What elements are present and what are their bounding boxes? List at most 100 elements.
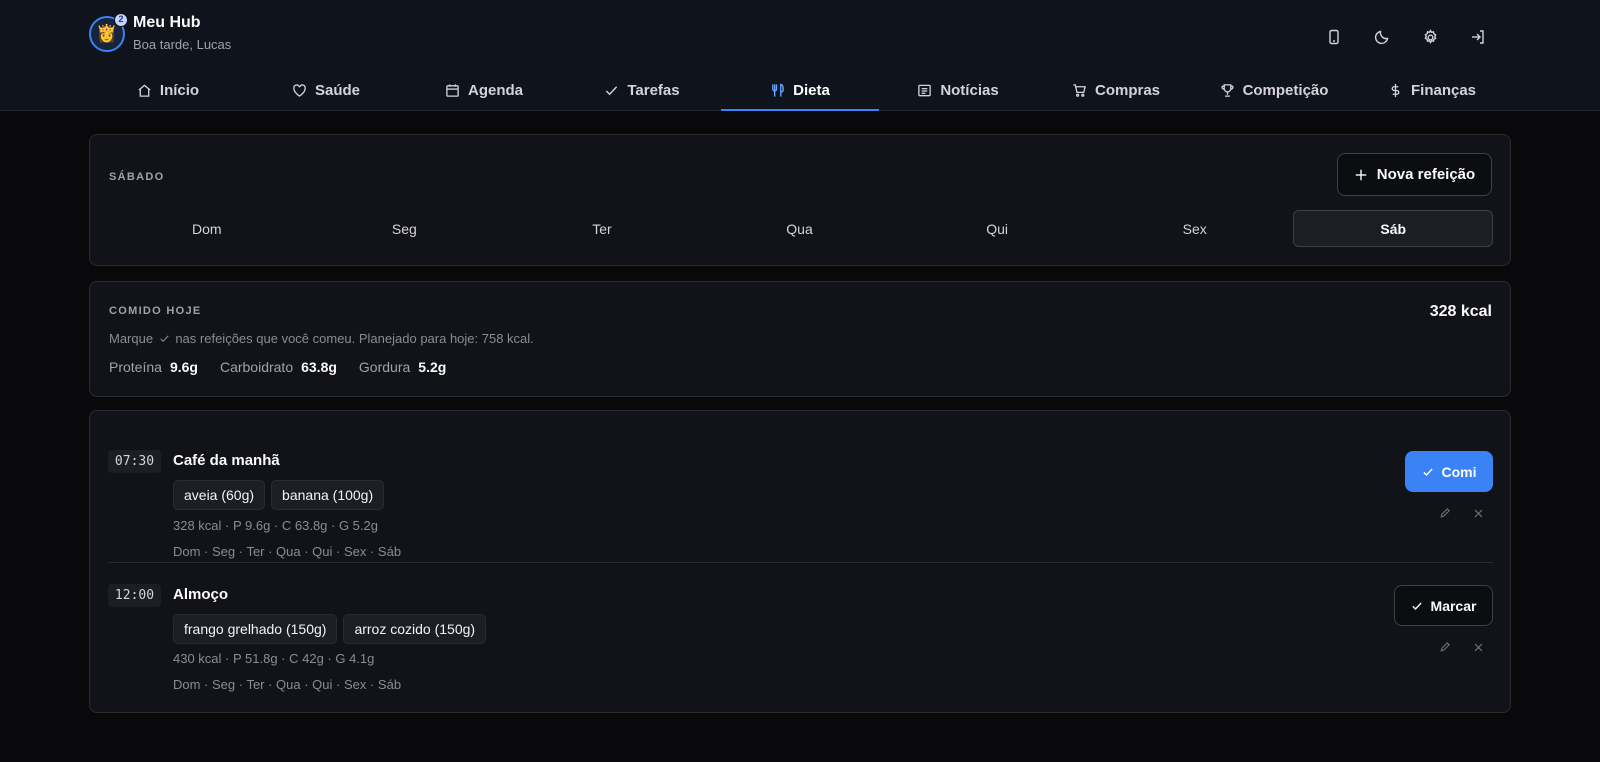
mark-eaten-button[interactable]: Comi — [1405, 451, 1493, 492]
meal-nutrition: 430 kcal · P 51.8g · C 42g · G 4.1g — [173, 651, 375, 666]
dollar-icon — [1391, 83, 1400, 98]
macro-value: 9.6g — [169, 359, 198, 375]
edit-meal-button[interactable] — [1436, 504, 1454, 522]
macro-name: Gordura — [358, 359, 411, 375]
logout-icon — [1472, 30, 1484, 44]
tab-label: Competição — [1242, 82, 1329, 99]
meal-nutrition: 328 kcal · P 9.6g · C 63.8g · G 5.2g — [173, 518, 378, 533]
day-tabs: Dom Seg Ter Qua Qui Sex Sáb — [108, 210, 1494, 247]
eaten-today-label: COMIDO HOJE — [109, 305, 202, 317]
food-chip: arroz cozido (150g) — [343, 614, 487, 644]
meal-title: Almoço — [173, 586, 229, 603]
edit-meal-button[interactable] — [1436, 638, 1454, 656]
tab-label: Notícias — [940, 82, 999, 99]
tab-label: Início — [159, 82, 200, 99]
close-icon — [1474, 509, 1482, 517]
tab-label: Agenda — [467, 82, 523, 99]
meal-item: 07:30 Café da manhã aveia (60g) banana (… — [108, 429, 1493, 562]
meal-days: Dom · Seg · Ter · Qua · Qui · Sex · Sáb — [173, 544, 402, 559]
macro-name: Proteína — [109, 359, 162, 375]
check-icon — [606, 86, 618, 96]
meal-time: 07:30 — [108, 450, 161, 473]
food-chip: aveia (60g) — [173, 480, 266, 510]
macros-summary: Proteína 9.6g Carboidrato 63.8g Gordura 5.2… — [109, 359, 468, 375]
moon-icon — [1374, 30, 1389, 45]
meal-title: Café da manhã — [173, 452, 280, 469]
avatar-badge: 2 — [114, 12, 128, 27]
day-tab-sex[interactable]: Sex — [1096, 210, 1294, 247]
top-header: 👸 2 Meu Hub Boa tarde, Lucas Início Saúd… — [0, 0, 1600, 111]
home-icon — [138, 84, 151, 97]
main-nav: Início Saúde Agenda Tarefas Dieta Notíci… — [89, 70, 1511, 111]
meal-foods: aveia (60g) banana (100g) — [173, 480, 390, 510]
trophy-icon — [1221, 84, 1234, 97]
selected-day-label: SÁBADO — [109, 171, 165, 183]
delete-meal-button[interactable] — [1469, 504, 1487, 522]
avatar[interactable]: 👸 2 — [89, 12, 128, 52]
macro-fat: Gordura 5.2g — [359, 359, 446, 375]
check-icon — [1422, 468, 1433, 476]
tab-financas[interactable]: Finanças — [1353, 70, 1511, 111]
day-tab-seg[interactable]: Seg — [306, 210, 504, 247]
small-check-icon — [160, 335, 169, 343]
eaten-hint: Marque nas refeições que você comeu. Pla… — [109, 331, 534, 346]
mobile-button[interactable] — [1318, 21, 1350, 53]
eaten-today-card: COMIDO HOJE 328 kcal Marque nas refeiçõe… — [89, 281, 1511, 397]
pencil-icon — [1440, 642, 1450, 652]
meal-days: Dom · Seg · Ter · Qua · Qui · Sex · Sáb — [173, 677, 402, 692]
mobile-icon — [1329, 29, 1339, 45]
close-icon — [1474, 643, 1482, 651]
greeting: Boa tarde, Lucas — [133, 37, 232, 52]
settings-button[interactable] — [1414, 21, 1446, 53]
tab-compras[interactable]: Compras — [1037, 70, 1195, 111]
gear-icon — [1424, 28, 1436, 44]
day-tab-dom[interactable]: Dom — [108, 210, 306, 247]
utensils-icon — [772, 83, 784, 97]
tab-inicio[interactable]: Início — [89, 70, 247, 111]
meal-item: 12:00 Almoço frango grelhado (150g) arro… — [108, 562, 1493, 695]
calendar-icon — [446, 84, 459, 97]
hint-suffix: nas refeições que você comeu. Planejado … — [175, 331, 534, 346]
tab-agenda[interactable]: Agenda — [405, 70, 563, 111]
header-actions — [1302, 21, 1494, 53]
day-tab-qui[interactable]: Qui — [898, 210, 1096, 247]
meal-foods: frango grelhado (150g) arroz cozido (150… — [173, 614, 492, 644]
food-chip: frango grelhado (150g) — [173, 614, 338, 644]
tab-saude[interactable]: Saúde — [247, 70, 405, 111]
brand: 👸 2 Meu Hub Boa tarde, Lucas — [89, 12, 232, 54]
macro-value: 5.2g — [418, 359, 447, 375]
macro-name: Carboidrato — [219, 359, 294, 375]
plus-icon — [1355, 169, 1367, 180]
tab-dieta[interactable]: Dieta — [721, 70, 879, 111]
food-chip: banana (100g) — [271, 480, 385, 510]
hint-prefix: Marque — [109, 331, 154, 346]
pencil-icon — [1440, 508, 1450, 518]
day-selector-card: SÁBADO Nova refeição Dom Seg Ter Qua Qui… — [89, 134, 1511, 266]
tab-label: Dieta — [793, 82, 830, 99]
tab-label: Saúde — [314, 82, 360, 99]
macro-value: 63.8g — [301, 359, 337, 375]
tab-competicao[interactable]: Competição — [1195, 70, 1353, 111]
day-tab-sab[interactable]: Sáb — [1293, 210, 1494, 247]
cart-icon — [1073, 84, 1086, 97]
new-meal-label: Nova refeição — [1376, 166, 1476, 183]
logout-button[interactable] — [1462, 21, 1494, 53]
app-title: Meu Hub — [133, 14, 201, 31]
avatar-emoji-icon: 👸 — [96, 24, 118, 43]
delete-meal-button[interactable] — [1469, 638, 1487, 656]
day-tab-ter[interactable]: Ter — [503, 210, 701, 247]
newspaper-icon — [918, 84, 932, 97]
tab-noticias[interactable]: Notícias — [879, 70, 1037, 111]
macro-carb: Carboidrato 63.8g — [220, 359, 337, 375]
day-tab-qua[interactable]: Qua — [701, 210, 899, 247]
theme-toggle-button[interactable] — [1366, 21, 1398, 53]
check-icon — [1411, 602, 1422, 610]
mark-meal-label: Marcar — [1430, 597, 1477, 614]
meals-card: 07:30 Café da manhã aveia (60g) banana (… — [89, 410, 1511, 713]
tab-tarefas[interactable]: Tarefas — [563, 70, 721, 111]
mark-meal-button[interactable]: Marcar — [1394, 585, 1493, 626]
mark-eaten-label: Comi — [1441, 463, 1477, 480]
new-meal-button[interactable]: Nova refeição — [1337, 153, 1492, 196]
tab-label: Finanças — [1410, 82, 1477, 99]
meal-time: 12:00 — [108, 584, 161, 607]
